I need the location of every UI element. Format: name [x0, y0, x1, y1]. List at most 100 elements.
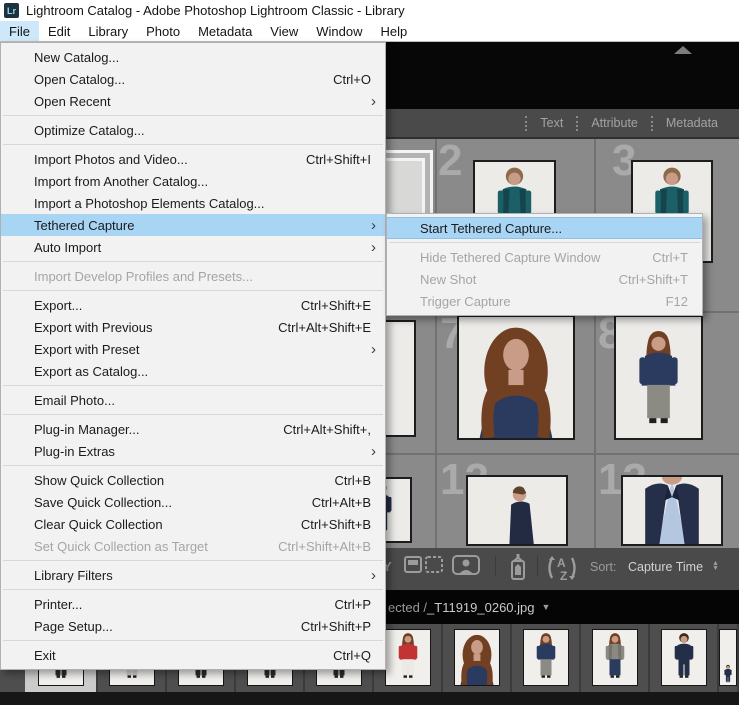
grid-cell-number-2: 2	[438, 139, 463, 185]
file-menu-label: Exit	[34, 647, 56, 663]
sort-updown-icon[interactable]: ▲ ▼	[712, 560, 719, 572]
file-menu-label: Open Catalog...	[34, 71, 126, 87]
submenu-arrow-icon: ›	[371, 238, 376, 256]
thumb-6-red-top-woman[interactable]	[384, 629, 431, 686]
file-menu-shortcut: Ctrl+Shift+I	[305, 151, 371, 167]
file-menu-item-printer[interactable]: Printer... Ctrl+P	[1, 593, 385, 615]
file-menu-item-plug-in-manager[interactable]: Plug-in Manager... Ctrl+Alt+Shift+,	[1, 418, 385, 440]
file-menu-item-clear-quick-collection[interactable]: Clear Quick Collection Ctrl+Shift+B	[1, 513, 385, 535]
file-menu-item-exit[interactable]: Exit Ctrl+Q	[1, 644, 385, 666]
file-menu-label: Import Photos and Video...	[34, 151, 188, 167]
file-menu-item-open-recent[interactable]: Open Recent ›	[1, 90, 385, 112]
file-menu-shortcut: Ctrl+Shift+E	[300, 297, 371, 313]
file-menu-shortcut: Ctrl+Shift+B	[300, 516, 371, 532]
file-menu-item-import-photos-and-video[interactable]: Import Photos and Video... Ctrl+Shift+I	[1, 148, 385, 170]
file-menu-separator	[3, 115, 383, 116]
filter-tab-attribute[interactable]: Attribute	[578, 116, 651, 130]
tethered-capture-submenu: Start Tethered Capture... Hide Tethered C…	[386, 213, 703, 316]
filmstrip-dropdown-caret-icon[interactable]: ▼	[542, 602, 551, 612]
thumb-10-navy-suit-man[interactable]	[660, 629, 707, 686]
menubar-item-help[interactable]: Help	[372, 21, 417, 41]
file-menu-label: Export with Previous	[34, 319, 153, 335]
menubar-item-view[interactable]: View	[261, 21, 307, 41]
filter-tab-metadata[interactable]: Metadata	[653, 116, 731, 130]
file-menu-item-plug-in-extras[interactable]: Plug-in Extras ›	[1, 440, 385, 462]
tethered-submenu-label: Hide Tethered Capture Window	[420, 249, 601, 265]
file-menu-item-export[interactable]: Export... Ctrl+Shift+E	[1, 294, 385, 316]
tethered-submenu-item-trigger-capture: Trigger Capture F12	[387, 290, 702, 312]
file-menu-item-open-catalog[interactable]: Open Catalog... Ctrl+O	[1, 68, 385, 90]
file-menu-item-save-quick-collection[interactable]: Save Quick Collection... Ctrl+Alt+B	[1, 491, 385, 513]
lightroom-window: TextAttributeMetadata 23781213 Y	[0, 0, 739, 705]
file-menu-label: Plug-in Extras	[34, 443, 115, 459]
svg-text:Z: Z	[560, 569, 567, 582]
menubar-item-window[interactable]: Window	[307, 21, 371, 41]
file-menu-label: Open Recent	[34, 93, 111, 109]
file-menu-shortcut: Ctrl+Alt+Shift+E	[278, 319, 371, 335]
file-menu-shortcut: Ctrl+Q	[333, 647, 371, 663]
panel-collapse-arrow-icon[interactable]	[674, 46, 692, 54]
menubar-item-edit[interactable]: Edit	[39, 21, 79, 41]
filmstrip-cell-thumb-11-partial[interactable]	[719, 624, 739, 692]
thumb-11-partial[interactable]	[719, 629, 737, 686]
file-menu-label: Optimize Catalog...	[34, 122, 145, 138]
photo-7-woman-curly-portrait[interactable]	[457, 315, 575, 440]
menubar-item-photo[interactable]: Photo	[137, 21, 189, 41]
file-menu-shortcut: Ctrl+Shift+P	[300, 618, 371, 634]
sort-direction-icon[interactable]: A Z	[545, 554, 579, 582]
submenu-arrow-icon: ›	[371, 216, 376, 234]
file-menu-item-export-with-preset[interactable]: Export with Preset ›	[1, 338, 385, 360]
filmstrip-selection-text: ected /	[388, 599, 428, 615]
file-menu-item-email-photo[interactable]: Email Photo...	[1, 389, 385, 411]
file-menu-item-import-develop-profiles-and-presets: Import Develop Profiles and Presets...	[1, 265, 385, 287]
file-menu-shortcut: Ctrl+Shift+Alt+B	[278, 538, 371, 554]
grid-line-vertical	[435, 139, 437, 548]
file-menu-item-show-quick-collection[interactable]: Show Quick Collection Ctrl+B	[1, 469, 385, 491]
filmstrip-cell-thumb-10-navy-suit-man[interactable]	[650, 624, 719, 692]
thumb-9-coat-woman[interactable]	[591, 629, 638, 686]
file-menu-separator	[3, 640, 383, 641]
filmstrip-cell-thumb-9-coat-woman[interactable]	[581, 624, 650, 692]
file-menu-item-new-catalog[interactable]: New Catalog...	[1, 46, 385, 68]
file-menu-label: Import Develop Profiles and Presets...	[34, 268, 253, 284]
tethered-submenu-shortcut: Ctrl+Shift+T	[618, 271, 688, 287]
thumb-7-curly-portrait-woman[interactable]	[453, 629, 500, 686]
file-menu-dropdown: New Catalog... Open Catalog... Ctrl+O Open …	[0, 42, 386, 670]
file-menu-label: Set Quick Collection as Target	[34, 538, 208, 554]
file-menu-item-export-as-catalog[interactable]: Export as Catalog...	[1, 360, 385, 382]
photo-13-man-chest-blazer[interactable]	[621, 475, 723, 546]
file-menu-item-tethered-capture[interactable]: Tethered Capture ›	[1, 214, 385, 236]
filmstrip-filename[interactable]: _T11919_0260.jpg	[427, 600, 534, 615]
photo-8-woman-navy-top-gray-skirt[interactable]	[614, 315, 703, 440]
file-menu-item-import-a-photoshop-elements-catalog[interactable]: Import a Photoshop Elements Catalog...	[1, 192, 385, 214]
file-menu-label: Show Quick Collection	[34, 472, 165, 488]
survey-view-icon[interactable]	[404, 555, 444, 575]
filmstrip-cell-thumb-8-navy-gray-skirt-woman[interactable]	[512, 624, 581, 692]
tethered-submenu-shortcut: Ctrl+T	[652, 249, 688, 265]
painter-spray-can-icon[interactable]	[507, 553, 529, 581]
toolbar-divider	[495, 556, 496, 576]
photo-12-man-profile-suit[interactable]	[466, 475, 568, 546]
filter-tab-text[interactable]: Text	[527, 116, 576, 130]
menubar-item-file[interactable]: File	[0, 21, 39, 41]
file-menu-label: New Catalog...	[34, 49, 120, 65]
file-menu-item-export-with-previous[interactable]: Export with Previous Ctrl+Alt+Shift+E	[1, 316, 385, 338]
people-view-icon[interactable]	[452, 555, 480, 575]
file-menu-item-page-setup[interactable]: Page Setup... Ctrl+Shift+P	[1, 615, 385, 637]
sort-value-dropdown[interactable]: Capture Time	[628, 560, 703, 574]
menubar-item-metadata[interactable]: Metadata	[189, 21, 261, 41]
thumb-8-navy-gray-skirt-woman[interactable]	[522, 629, 569, 686]
tethered-submenu-separator	[389, 242, 700, 243]
file-menu-item-optimize-catalog[interactable]: Optimize Catalog...	[1, 119, 385, 141]
tethered-submenu-item-start-tethered-capture[interactable]: Start Tethered Capture...	[387, 217, 702, 239]
file-menu-label: Save Quick Collection...	[34, 494, 173, 510]
file-menu-item-library-filters[interactable]: Library Filters ›	[1, 564, 385, 586]
file-menu-item-auto-import[interactable]: Auto Import ›	[1, 236, 385, 258]
filmstrip-cell-thumb-7-curly-portrait-woman[interactable]	[443, 624, 512, 692]
menubar-item-library[interactable]: Library	[79, 21, 137, 41]
file-menu-label: Printer...	[34, 596, 83, 612]
file-menu-item-import-from-another-catalog[interactable]: Import from Another Catalog...	[1, 170, 385, 192]
file-menu-separator	[3, 261, 383, 262]
file-menu-label: Import a Photoshop Elements Catalog...	[34, 195, 265, 211]
file-menu-separator	[3, 560, 383, 561]
